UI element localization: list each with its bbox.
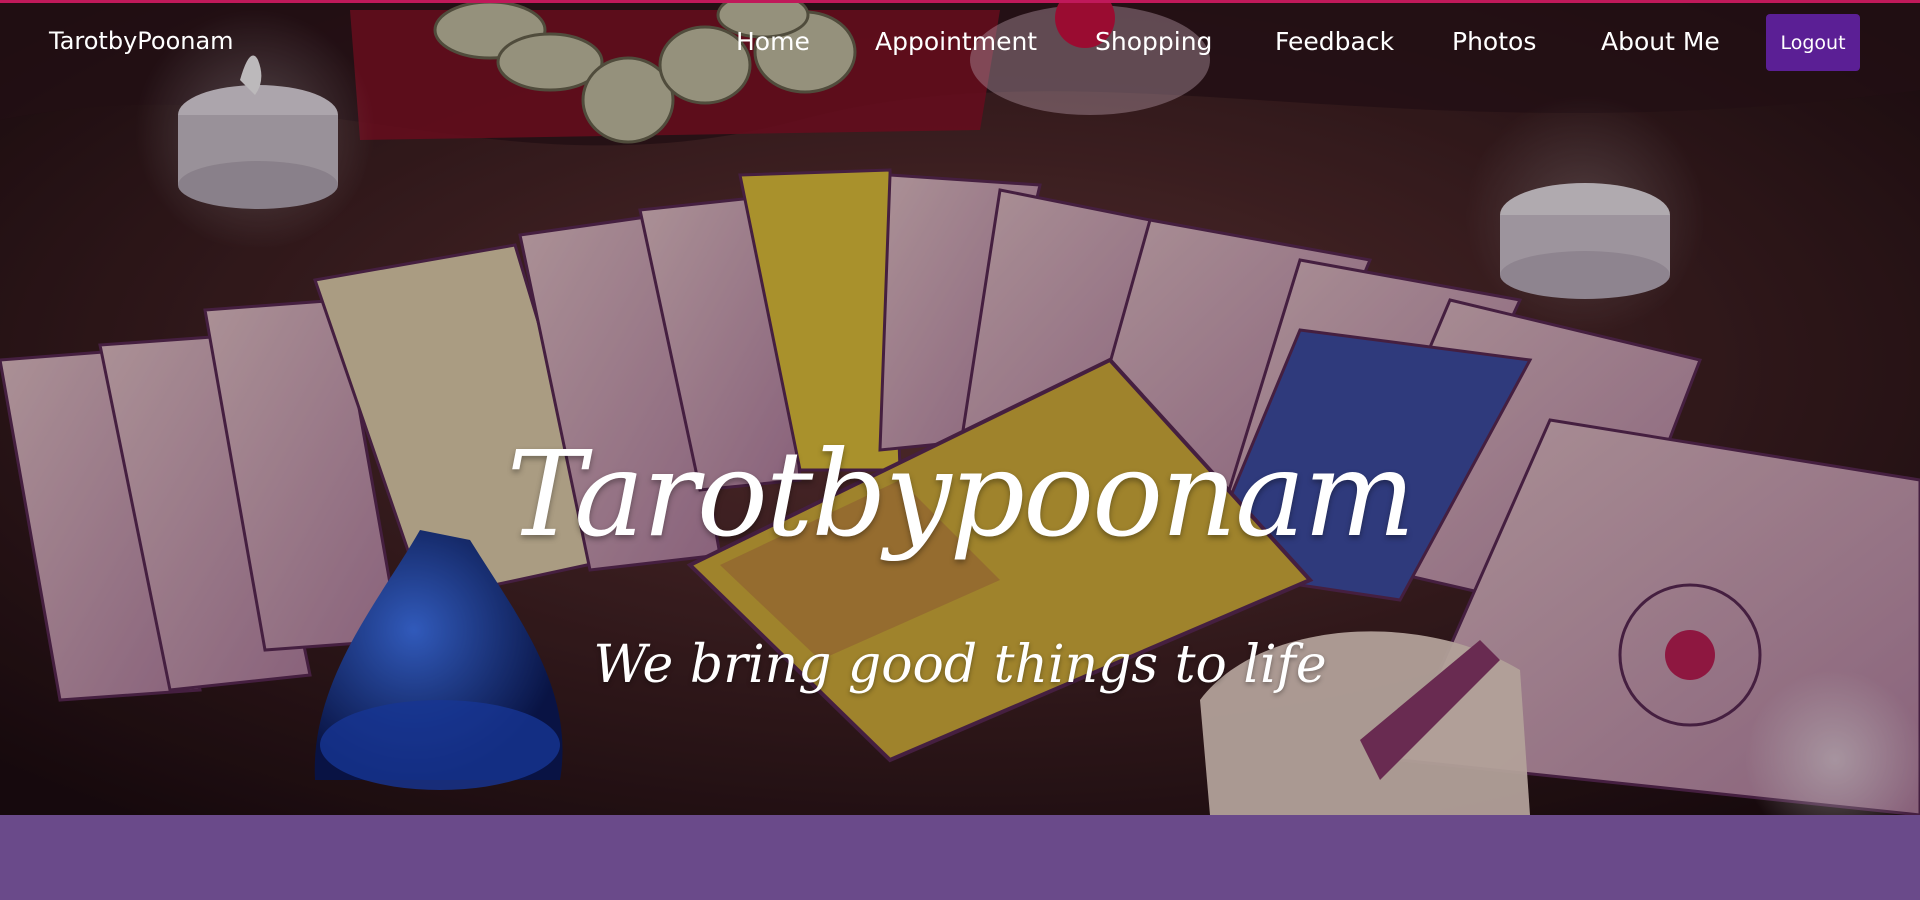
brand-logo-link[interactable]: TarotbyPoonam (49, 27, 234, 55)
nav-item-shopping[interactable]: Shopping (1095, 27, 1212, 56)
nav-item-about-me[interactable]: About Me (1601, 27, 1720, 56)
purple-content-band (0, 815, 1920, 900)
top-navigation-bar: TarotbyPoonam Home Appointment Shopping … (0, 0, 1920, 88)
nav-item-appointment[interactable]: Appointment (875, 27, 1037, 56)
nav-item-home[interactable]: Home (736, 27, 810, 56)
hero-section: TarotbyPoonam Home Appointment Shopping … (0, 0, 1920, 815)
hero-subtitle: We bring good things to life (593, 635, 1327, 695)
hero-title: Tarotbypoonam (506, 425, 1416, 563)
nav-item-feedback[interactable]: Feedback (1275, 27, 1394, 56)
nav-item-photos[interactable]: Photos (1452, 27, 1536, 56)
logout-button[interactable]: Logout (1766, 14, 1860, 71)
